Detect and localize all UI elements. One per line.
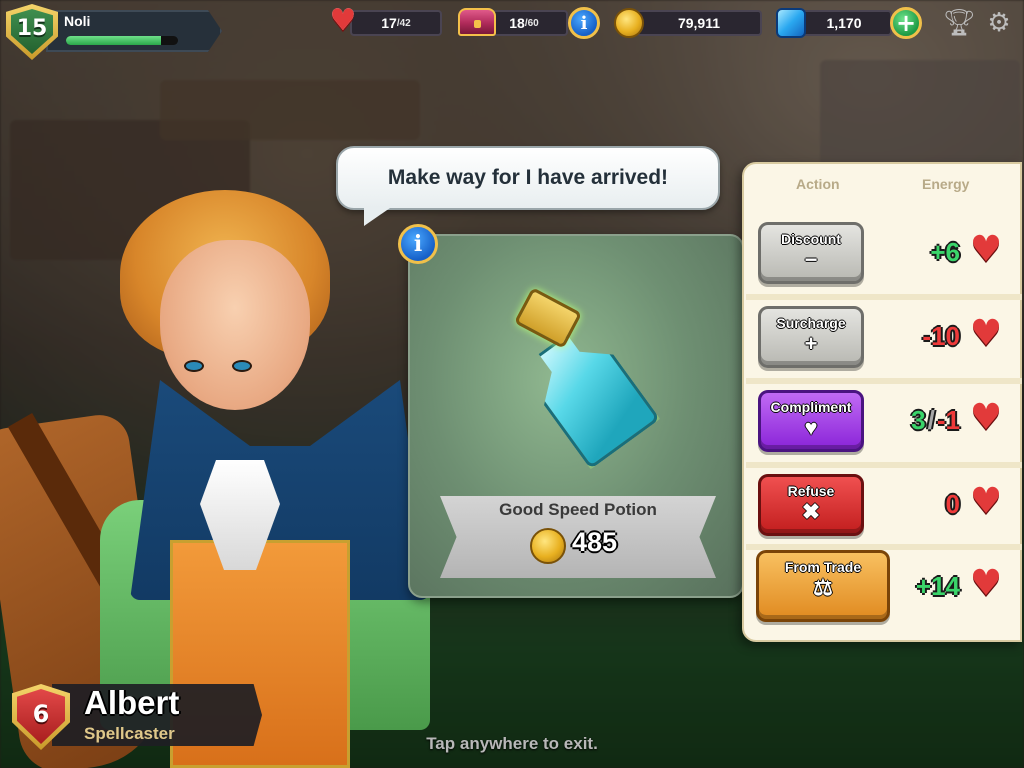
compliment-label: Compliment — [770, 399, 852, 415]
heart-icon: ♥ — [804, 415, 818, 440]
surcharge-label: Surcharge — [776, 315, 846, 331]
info-icon: i — [413, 231, 423, 257]
player-name: Noli — [64, 13, 91, 29]
item-price: 485 — [572, 527, 618, 557]
minus-icon: − — [804, 247, 818, 272]
discount-button[interactable]: Discount − — [758, 222, 864, 284]
eye — [184, 360, 204, 372]
surcharge-button[interactable]: Surcharge + — [758, 306, 864, 368]
buy-gems-button[interactable]: + — [890, 7, 922, 39]
compliment-button[interactable]: Compliment ♥ — [758, 390, 864, 452]
scales-icon: ⚖ — [813, 575, 833, 600]
info-button[interactable]: i — [568, 7, 600, 39]
row-divider — [746, 378, 1022, 384]
row-divider — [746, 294, 1022, 300]
haggle-header: Action Energy — [742, 168, 1022, 200]
close-icon: ✖ — [801, 499, 821, 524]
potion-bottle — [518, 319, 660, 470]
info-icon: i — [580, 12, 588, 34]
energy-value: +14 — [915, 570, 960, 601]
player-badge[interactable]: 15 Noli — [6, 4, 226, 60]
customer-name: Albert — [84, 684, 180, 721]
gem-amount: 1,170 — [826, 15, 862, 31]
energy-value: -10 — [922, 320, 960, 351]
trophy-icon[interactable]: 🏆︎ — [943, 8, 976, 38]
storage-current: 18 — [509, 15, 525, 31]
energy-value-fail: -1 — [936, 404, 960, 435]
from-trade-label: From Trade — [784, 559, 862, 575]
energy-current: 17 — [381, 15, 397, 31]
plus-icon: + — [804, 331, 818, 356]
face — [160, 240, 310, 410]
energy-value-success: 3 — [911, 404, 926, 435]
energy-max: /42 — [396, 17, 411, 29]
heart-icon: ♥ — [969, 397, 1003, 438]
speech-text: Make way for I have arrived! — [387, 166, 669, 189]
energy-separator: / — [927, 404, 935, 435]
item-name: Good Speed Potion — [499, 500, 657, 519]
from-trade-button[interactable]: From Trade ⚖ — [756, 550, 890, 622]
speech-bubble: Make way for I have arrived! — [336, 146, 720, 226]
eye — [232, 360, 252, 372]
refuse-energy: 0 — [946, 486, 960, 522]
energy-column-header: Energy — [922, 176, 970, 192]
action-column-header: Action — [796, 176, 840, 192]
gear-icon[interactable]: ⚙ — [984, 8, 1014, 38]
surcharge-energy: -10 — [922, 318, 960, 354]
compliment-energy: 3/-1 — [911, 402, 960, 438]
gold-counter[interactable]: 79,911 — [636, 10, 762, 36]
energy-value: 0 — [945, 488, 960, 519]
coin-icon — [530, 528, 566, 564]
item-info-button[interactable]: i — [398, 224, 438, 264]
xp-bar-fill — [66, 36, 162, 45]
gem-icon — [776, 8, 806, 38]
heart-icon: ♥ — [969, 313, 1003, 354]
refuse-button[interactable]: Refuse ✖ — [758, 474, 864, 536]
energy-value: +6 — [930, 236, 960, 267]
row-divider — [746, 462, 1022, 468]
energy-counter[interactable]: 17/42 — [350, 10, 442, 36]
heart-icon: ♥ — [969, 563, 1003, 604]
potion-cork — [513, 287, 583, 349]
plus-icon: + — [895, 9, 917, 37]
heart-icon: ♥ — [329, 3, 357, 38]
gold-amount: 79,911 — [677, 15, 721, 31]
customer-portrait — [0, 180, 440, 768]
from-trade-energy: +14 — [916, 568, 960, 604]
discount-energy: +6 — [930, 234, 960, 270]
heart-icon: ♥ — [969, 481, 1003, 522]
xp-bar — [66, 36, 178, 45]
coin-icon — [614, 8, 644, 38]
chest-icon — [458, 8, 496, 36]
gem-counter[interactable]: 1,170 — [796, 10, 892, 36]
refuse-label: Refuse — [787, 483, 835, 499]
exit-hint: Tap anywhere to exit. — [426, 734, 598, 753]
storage-max: /60 — [524, 17, 539, 29]
discount-label: Discount — [781, 231, 841, 247]
heart-icon: ♥ — [969, 229, 1003, 270]
potion-icon — [512, 287, 662, 452]
